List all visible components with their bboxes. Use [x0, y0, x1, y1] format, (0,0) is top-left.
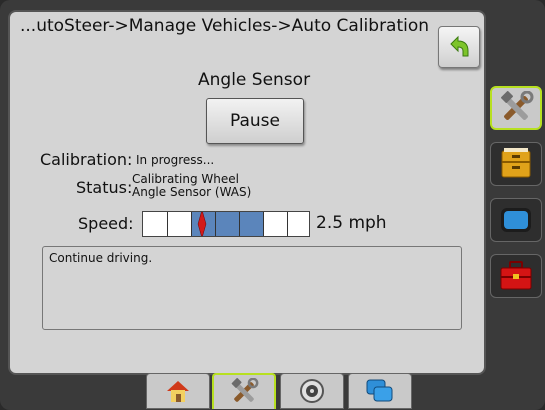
tools-icon: [501, 91, 534, 120]
speed-value: 2.5 mph: [316, 213, 387, 233]
main-panel: ...utoSteer->Manage Vehicles->Auto Calib…: [8, 10, 486, 375]
calibration-value: In progress...: [136, 153, 215, 167]
pause-button[interactable]: Pause: [206, 98, 304, 144]
speed-needle-icon: [197, 212, 207, 236]
speed-tick: [167, 212, 168, 236]
back-button[interactable]: [438, 26, 480, 68]
sidebar-item-tools[interactable]: [490, 86, 542, 130]
screens-icon: [366, 379, 393, 402]
display-screen: ...utoSteer->Manage Vehicles->Auto Calib…: [0, 0, 545, 410]
tab-gps[interactable]: [280, 373, 344, 409]
toolbox-icon: [500, 261, 532, 290]
back-arrow-icon: [450, 35, 469, 57]
section-title: Angle Sensor: [198, 70, 311, 90]
file-cabinet-icon: [501, 148, 531, 178]
tab-home[interactable]: [146, 373, 210, 409]
message-box: Continue driving.: [42, 246, 462, 330]
console-screen-icon: [501, 208, 531, 232]
sidebar-item-tools-kit[interactable]: [490, 254, 542, 298]
speed-tick: [263, 212, 264, 236]
tab-screens[interactable]: [348, 373, 412, 409]
home-icon: [167, 381, 189, 402]
speed-label: Speed:: [78, 214, 134, 233]
tools-icon: [231, 378, 259, 402]
calibration-label: Calibration:: [40, 150, 133, 169]
speed-tick: [215, 212, 216, 236]
tab-tools[interactable]: [212, 373, 276, 409]
gps-dial-icon: [300, 379, 324, 403]
speed-tick: [239, 212, 240, 236]
speed-tick: [287, 212, 288, 236]
status-value: Calibrating Wheel Angle Sensor (WAS): [132, 173, 251, 199]
speed-gauge: [142, 211, 310, 237]
breadcrumb: ...utoSteer->Manage Vehicles->Auto Calib…: [20, 16, 430, 36]
status-value-line2: Angle Sensor (WAS): [132, 185, 252, 199]
speed-tick: [191, 212, 192, 236]
status-label: Status:: [76, 178, 133, 197]
sidebar-item-data[interactable]: [490, 142, 542, 186]
sidebar-item-console[interactable]: [490, 198, 542, 242]
